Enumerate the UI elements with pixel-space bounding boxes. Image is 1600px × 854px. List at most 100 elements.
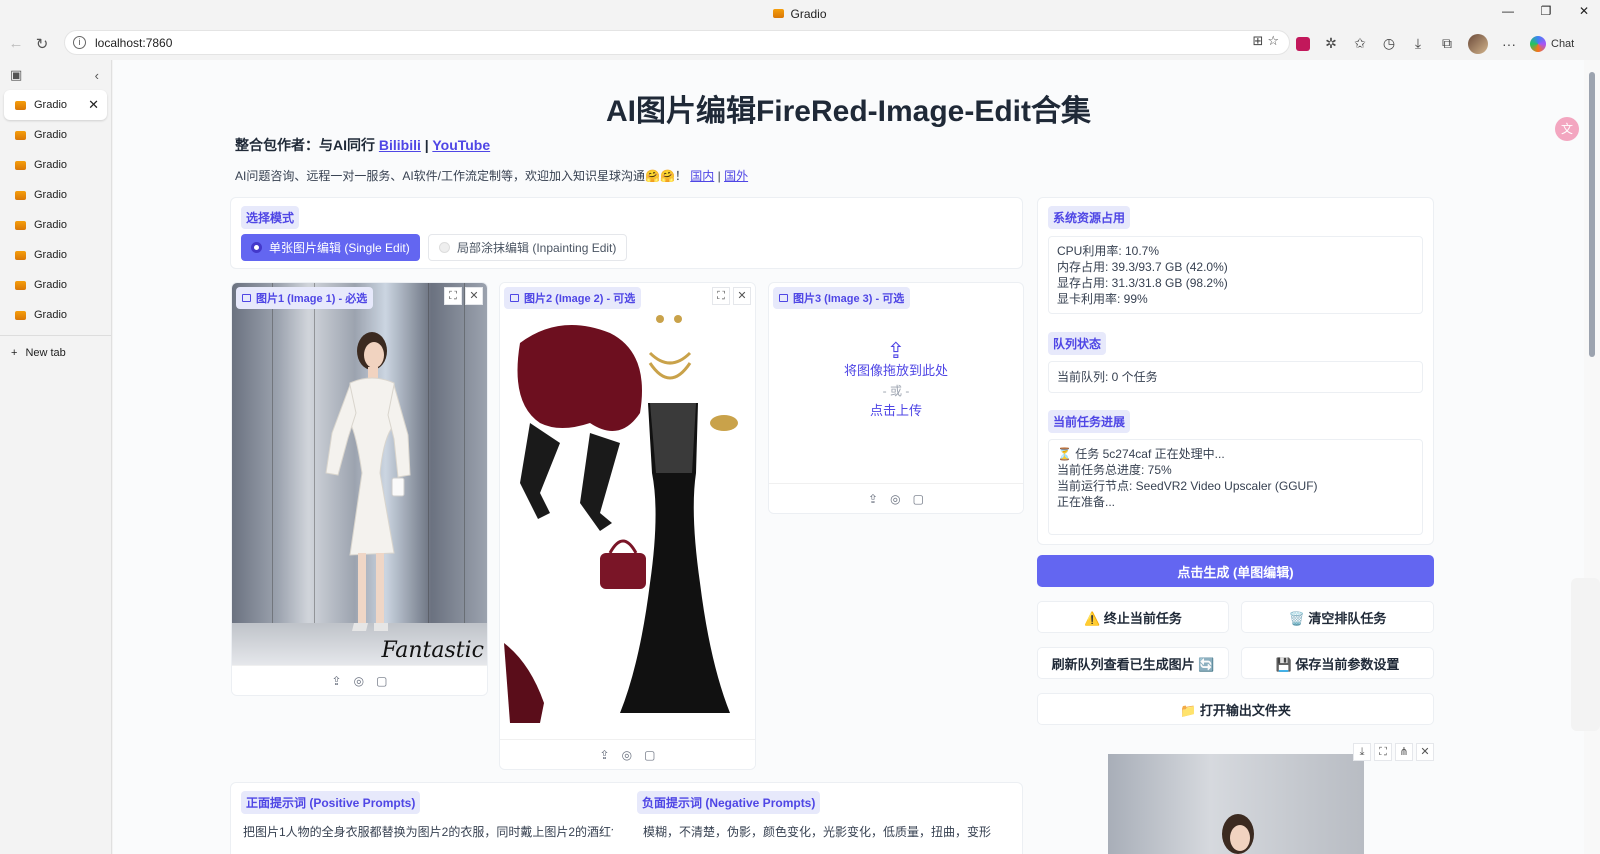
favorite-star-icon[interactable]: ☆ xyxy=(1267,33,1279,49)
fullscreen-icon[interactable]: ⛶ xyxy=(1374,743,1392,761)
image2-upload[interactable]: 图片2 (Image 2) - 可选 ⛶ ✕ ⇪ ◎ ▢ xyxy=(499,282,756,770)
gradio-icon xyxy=(15,280,26,290)
split-screen-icon[interactable]: ⊞ xyxy=(1252,33,1263,49)
stop-task-button[interactable]: ⚠️ 终止当前任务 xyxy=(1037,601,1229,633)
gradio-page: AI图片编辑FireRed-Image-Edit合集 整合包作者：与AI同行 B… xyxy=(113,60,1584,854)
tab-item[interactable]: Gradio xyxy=(4,300,107,330)
upload-icon[interactable]: ⇪ xyxy=(868,492,878,506)
clipboard-icon[interactable]: ▢ xyxy=(913,492,924,506)
clear-image-icon[interactable]: ✕ xyxy=(465,287,483,305)
extension-icon[interactable] xyxy=(1296,36,1310,51)
queue-status-label: 队列状态 xyxy=(1048,332,1107,355)
tab-label: Gradio xyxy=(34,309,68,321)
address-bar[interactable]: i localhost:7860 ⊞ ☆ xyxy=(64,30,1290,55)
fullscreen-icon[interactable]: ⛶ xyxy=(712,287,730,305)
mode-single-label: 单张图片编辑 (Single Edit) xyxy=(269,241,410,255)
restore-icon[interactable]: ❐ xyxy=(1538,4,1554,18)
gradio-icon xyxy=(15,100,26,110)
gradio-icon xyxy=(15,220,26,230)
task-status: ⏳ 任务 5c274caf 正在处理中... xyxy=(1057,447,1225,461)
copilot-chat-button[interactable]: Chat xyxy=(1530,35,1574,52)
upload-icon[interactable]: ⇪ xyxy=(600,748,610,762)
mode-single-edit-radio[interactable]: 单张图片编辑 (Single Edit) xyxy=(241,234,420,261)
tab-item[interactable]: Gradio xyxy=(4,210,107,240)
share-icon[interactable]: ⋔ xyxy=(1395,743,1413,761)
more-menu-icon[interactable]: ··· xyxy=(1501,36,1517,52)
or-text: - 或 - xyxy=(882,384,910,398)
reload-icon[interactable]: ↻ xyxy=(29,35,55,53)
tab-item[interactable]: Gradio xyxy=(4,180,107,210)
tab-item[interactable]: Gradio xyxy=(4,120,107,150)
youtube-link[interactable]: YouTube xyxy=(432,137,490,153)
tab-item-active[interactable]: Gradio ✕ xyxy=(4,90,107,120)
memory-usage: 内存占用: 39.3/93.7 GB (42.0%) xyxy=(1057,260,1228,274)
webcam-icon[interactable]: ◎ xyxy=(354,674,364,688)
clear-queue-button[interactable]: 🗑️ 清空排队任务 xyxy=(1241,601,1434,633)
favorites-icon[interactable]: ✩ xyxy=(1352,35,1368,52)
gradio-icon xyxy=(15,310,26,320)
close-tab-icon[interactable]: ✕ xyxy=(88,97,99,113)
plus-icon: + xyxy=(11,347,18,359)
download-output-icon[interactable]: ⤓ xyxy=(1353,743,1371,761)
back-icon[interactable]: ← xyxy=(3,35,29,52)
generate-button[interactable]: 点击生成 (单图编辑) xyxy=(1037,555,1434,587)
image3-dropzone[interactable]: ⇪ 将图像拖放到此处 - 或 - 点击上传 xyxy=(769,340,1023,421)
gradio-icon xyxy=(773,9,785,18)
gradio-icon xyxy=(15,130,26,140)
copilot-icon xyxy=(1530,35,1546,52)
task-progress-label: 当前任务进展 xyxy=(1048,410,1131,433)
refresh-queue-button[interactable]: 刷新队列查看已生成图片 🔄 xyxy=(1037,647,1229,679)
overseas-link[interactable]: 国外 xyxy=(724,169,748,183)
domestic-link[interactable]: 国内 xyxy=(690,169,714,183)
clipboard-icon[interactable]: ▢ xyxy=(644,748,655,762)
new-tab-button[interactable]: + New tab xyxy=(0,340,111,366)
site-info-icon[interactable]: i xyxy=(73,36,86,49)
fullscreen-icon[interactable]: ⛶ xyxy=(444,287,462,305)
system-resource-label: 系统资源占用 xyxy=(1048,206,1131,229)
profile-avatar[interactable] xyxy=(1468,33,1488,54)
gpu-usage: 显卡利用率: 99% xyxy=(1057,292,1148,306)
tab-item[interactable]: Gradio xyxy=(4,240,107,270)
webcam-icon[interactable]: ◎ xyxy=(890,492,900,506)
click-upload-text[interactable]: 点击上传 xyxy=(769,401,1023,421)
translate-icon[interactable]: 文 xyxy=(1555,117,1579,141)
gradio-icon xyxy=(15,190,26,200)
scroll-thumb[interactable] xyxy=(1589,72,1595,357)
tab-item[interactable]: Gradio xyxy=(4,270,107,300)
task-progress-box: ⏳ 任务 5c274caf 正在处理中... 当前任务总进度: 75% 当前运行… xyxy=(1048,439,1423,535)
output-image[interactable] xyxy=(1108,754,1364,854)
clear-image-icon[interactable]: ✕ xyxy=(733,287,751,305)
minimize-icon[interactable]: — xyxy=(1500,4,1516,18)
address-row: ← ↻ i localhost:7860 ⊞ ☆ ✲ ✩ ◷ ⤓ ⧉ ··· C… xyxy=(0,27,1600,60)
mode-inpaint-label: 局部涂抹编辑 (Inpainting Edit) xyxy=(457,241,617,255)
clipboard-icon[interactable]: ▢ xyxy=(376,674,387,688)
author-line: 整合包作者：与AI同行 Bilibili | YouTube xyxy=(235,135,490,155)
collapse-sidebar-icon[interactable]: ‹ xyxy=(95,68,99,83)
mode-inpaint-radio[interactable]: 局部涂抹编辑 (Inpainting Edit) xyxy=(428,234,628,261)
history-icon[interactable]: ◷ xyxy=(1381,35,1397,52)
tab-label: Gradio xyxy=(34,279,68,291)
tab-item[interactable]: Gradio xyxy=(4,150,107,180)
extensions-puzzle-icon[interactable]: ✲ xyxy=(1323,35,1339,52)
negative-prompt-input[interactable]: 模糊，不清楚，伪影，颜色变化，光影变化，低质量，扭曲，变形 xyxy=(643,823,1013,840)
url-text[interactable]: localhost:7860 xyxy=(95,36,172,50)
image2-label: 图片2 (Image 2) - 可选 xyxy=(504,287,642,309)
image3-upload[interactable]: 图片3 (Image 3) - 可选 ⇪ 将图像拖放到此处 - 或 - 点击上传… xyxy=(768,282,1024,514)
save-settings-button[interactable]: 💾 保存当前参数设置 xyxy=(1241,647,1434,679)
positive-prompt-input[interactable]: 把图片1人物的全身衣服都替换为图片2的衣服，同时戴上图片2的酒红色 xyxy=(243,823,613,840)
close-icon[interactable]: ✕ xyxy=(1576,4,1592,18)
tab-actions-icon[interactable]: ▣ xyxy=(10,67,22,83)
image1-upload[interactable]: Fantastic 图片1 (Image 1) - 必选 ⛶ ✕ ⇪ ◎ ▢ xyxy=(231,282,488,696)
open-output-folder-button[interactable]: 📁 打开输出文件夹 xyxy=(1037,693,1434,725)
upload-icon[interactable]: ⇪ xyxy=(332,674,342,688)
image3-label: 图片3 (Image 3) - 可选 xyxy=(773,287,911,309)
clear-output-icon[interactable]: ✕ xyxy=(1416,743,1434,761)
bilibili-link[interactable]: Bilibili xyxy=(379,137,421,153)
edge-side-toolbar[interactable] xyxy=(1571,578,1600,731)
image-icon xyxy=(779,294,788,302)
page-scrollbar[interactable] xyxy=(1584,60,1600,854)
webcam-icon[interactable]: ◎ xyxy=(622,748,632,762)
download-icon[interactable]: ⤓ xyxy=(1410,35,1426,52)
output-woman-figure xyxy=(1222,814,1254,854)
screenshot-icon[interactable]: ⧉ xyxy=(1439,35,1455,52)
